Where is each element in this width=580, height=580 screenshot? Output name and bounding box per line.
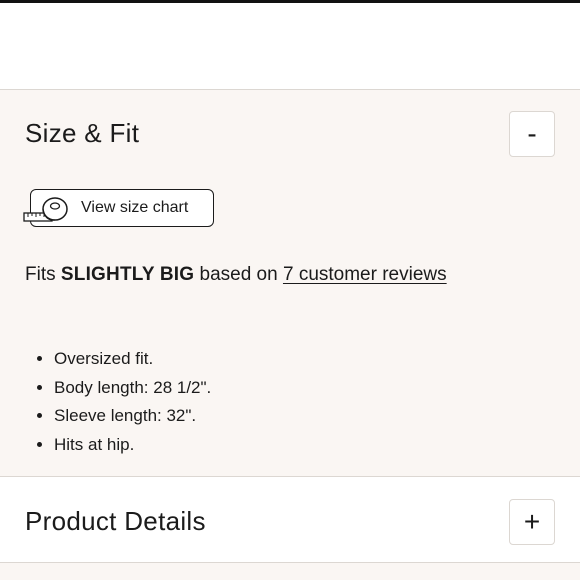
customer-reviews-link[interactable]: 7 customer reviews xyxy=(283,264,447,285)
list-item: Hits at hip. xyxy=(54,431,211,460)
product-details-title: Product Details xyxy=(25,506,206,536)
fit-prefix-text: Fits xyxy=(25,264,56,285)
fit-details-list: Oversized fit. Body length: 28 1/2". Sle… xyxy=(24,345,211,459)
product-accordion-page: Size & Fit - View size chart Fits SLIGHT… xyxy=(0,0,580,580)
list-item: Body length: 28 1/2". xyxy=(54,374,211,403)
next-section-background xyxy=(0,563,580,580)
section-divider-middle xyxy=(0,476,580,477)
list-item: Sleeve length: 32". xyxy=(54,402,211,431)
fit-middle-text: based on xyxy=(199,264,278,285)
size-fit-title: Size & Fit xyxy=(25,118,140,148)
product-details-expand-button[interactable]: + xyxy=(509,499,555,545)
size-fit-collapse-button[interactable]: - xyxy=(509,111,555,157)
fit-summary: Fits SLIGHTLY BIG based on 7 customer re… xyxy=(25,264,447,286)
top-divider xyxy=(0,0,580,3)
list-item: Oversized fit. xyxy=(54,345,211,374)
fit-value-text: SLIGHTLY BIG xyxy=(60,264,195,285)
measuring-tape-icon xyxy=(23,197,68,222)
view-size-chart-label: View size chart xyxy=(81,199,189,216)
